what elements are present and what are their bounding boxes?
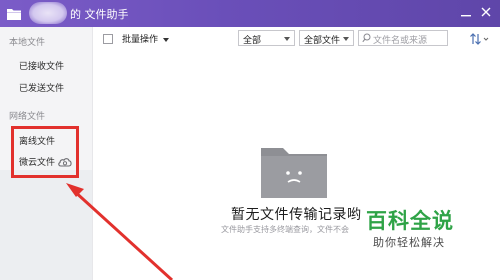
search-icon [362,33,371,43]
title-bar: 的 文件助手 [0,0,500,27]
sidebar-divider [92,27,93,280]
watermark-subtitle: 助你轻松解决 [373,236,445,249]
filter-select-all-value: 全部 [243,36,262,46]
section-network-files: 网络文件 [9,112,46,122]
sort-button[interactable] [468,31,490,45]
sort-icon [470,33,489,45]
sidebar-item-received[interactable]: 已接收文件 [19,59,64,72]
close-button[interactable] [476,2,496,22]
window-title: 的 文件助手 [70,8,129,21]
sidebar-lower-area [0,170,92,280]
select-all-checkbox[interactable] [103,34,113,44]
filter-select-type-value: 全部文件 [304,36,341,46]
chevron-down-icon [284,37,290,41]
minimize-button[interactable] [456,2,476,22]
filter-select-all[interactable]: 全部 [238,30,295,46]
filter-select-type[interactable]: 全部文件 [299,30,354,46]
folder-icon [6,6,22,20]
watermark-title: 百科全说 [366,209,454,233]
annotation-highlight-box [11,126,79,178]
section-local-files: 本地文件 [9,38,46,48]
empty-state-subtitle: 文件助手支持多终端查询，文件不会 [221,225,349,234]
minimize-icon [461,15,471,17]
empty-state-title: 暂无文件传输记录哟 [231,207,362,223]
batch-operations-label: 批量操作 [122,35,159,45]
blurred-username [29,2,67,24]
toolbar: 批量操作 全部 全部文件 文件名或来源 [93,27,500,51]
chevron-down-icon [162,37,169,42]
search-input[interactable]: 文件名或来源 [358,30,448,46]
close-icon [481,7,491,17]
empty-folder-icon [259,142,329,200]
sidebar-item-sent[interactable]: 已发送文件 [19,81,64,94]
chevron-down-icon [343,37,349,41]
batch-operations-menu[interactable]: 批量操作 [122,32,169,45]
search-placeholder: 文件名或来源 [373,36,428,46]
